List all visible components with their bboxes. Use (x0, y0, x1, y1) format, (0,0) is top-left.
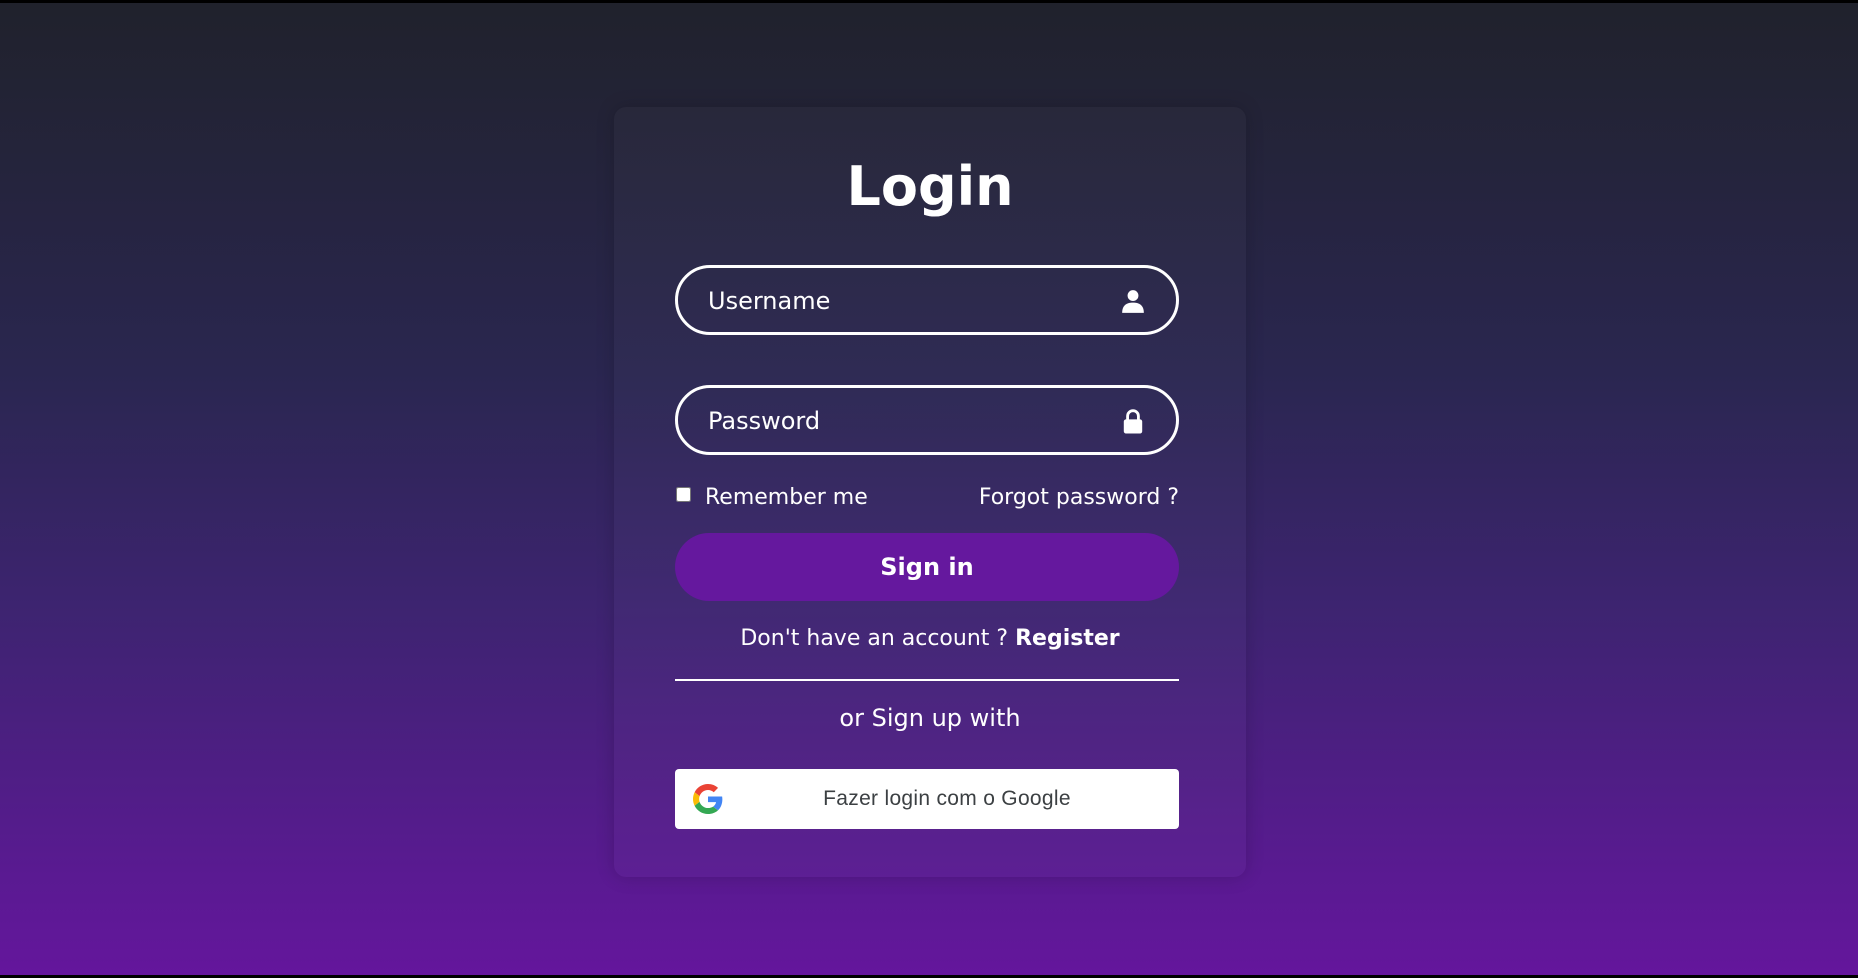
username-input[interactable] (706, 268, 1110, 334)
login-card: Login Remember me Forgot password ? Sign… (614, 107, 1246, 877)
lock-icon (1123, 409, 1143, 434)
remember-me-label: Remember me (705, 485, 868, 510)
sign-in-button[interactable]: Sign in (675, 533, 1179, 601)
divider (675, 679, 1179, 681)
login-options: Remember me Forgot password ? (675, 485, 1179, 515)
user-icon (1122, 290, 1144, 313)
register-link[interactable]: Register (1015, 626, 1120, 651)
password-field[interactable] (675, 385, 1179, 455)
register-prompt: Don't have an account ? Register (614, 626, 1246, 651)
no-account-text: Don't have an account ? (740, 626, 1016, 651)
google-sign-in-button[interactable]: Fazer login com o Google (675, 769, 1179, 829)
login-page: Login Remember me Forgot password ? Sign… (0, 3, 1858, 975)
remember-me-checkbox[interactable] (676, 487, 691, 502)
username-field[interactable] (675, 265, 1179, 335)
login-title: Login (846, 155, 1014, 218)
remember-me[interactable]: Remember me (675, 485, 868, 510)
forgot-password-link[interactable]: Forgot password ? (979, 485, 1179, 510)
google-button-label: Fazer login com o Google (823, 787, 1071, 810)
or-sign-up-text: or Sign up with (839, 704, 1021, 732)
password-input[interactable] (706, 388, 1110, 454)
